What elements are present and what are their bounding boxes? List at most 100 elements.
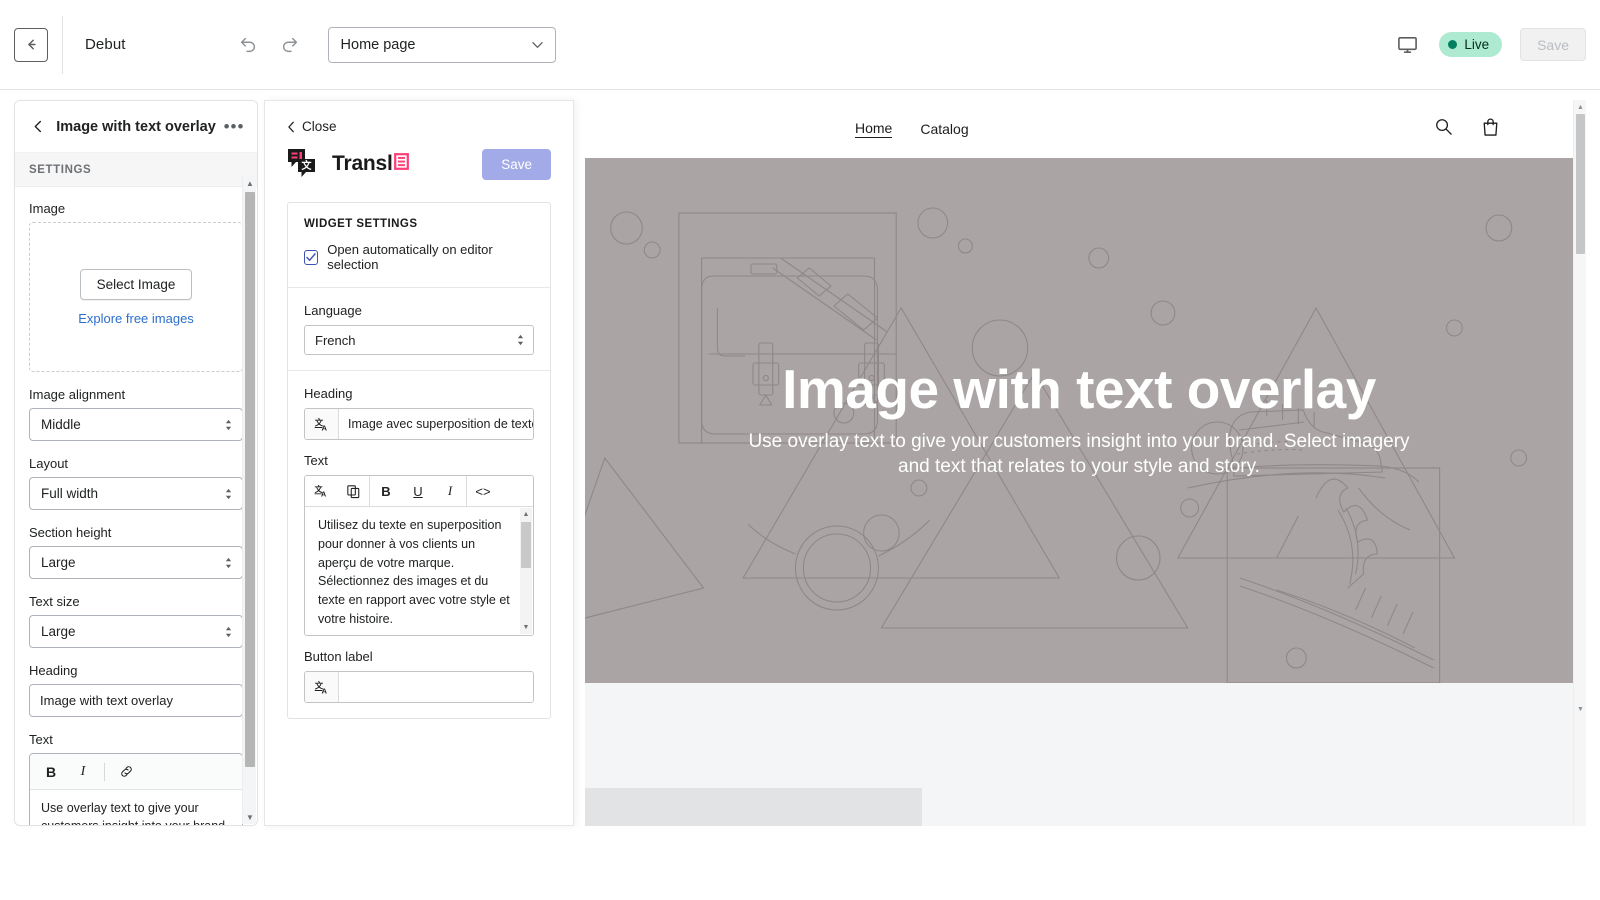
section-height-label: Section height [29, 525, 243, 540]
bold-button[interactable]: B [370, 484, 402, 499]
text-size-value: Large [41, 624, 76, 639]
placeholder-illustration [585, 158, 1573, 683]
redo-button[interactable] [276, 31, 304, 59]
italic-button[interactable]: I [434, 483, 466, 499]
editor-scrollbar[interactable]: ▲ ▼ [520, 508, 532, 634]
button-label-translate-button[interactable]: 文 A [305, 672, 339, 702]
editor-scrollbar-thumb[interactable] [521, 522, 531, 568]
section-more-button[interactable]: ••• [223, 122, 245, 132]
cart-button[interactable] [1481, 117, 1500, 142]
svg-text:文: 文 [302, 159, 313, 172]
scroll-up-arrow-icon[interactable]: ▲ [1574, 100, 1586, 114]
modal-editor-toolbar: 文 A B [305, 476, 533, 507]
scroll-up-arrow-icon[interactable]: ▲ [243, 176, 257, 190]
heading-translation-input[interactable]: Image avec superposition de texte [339, 409, 533, 439]
copy-button[interactable] [337, 484, 369, 499]
search-button[interactable] [1434, 117, 1453, 141]
editor-topbar: Debut Home page L [0, 0, 1600, 90]
updown-chevron-icon [224, 625, 233, 639]
hero-paragraph: Use overlay text to give your customers … [739, 429, 1419, 480]
toolbar-divider [104, 763, 105, 781]
heading-translate-button[interactable]: 文 A [305, 409, 339, 439]
widget-settings-section: WIDGET SETTINGS Open automatically on ed… [288, 203, 550, 287]
undo-button[interactable] [234, 31, 262, 59]
hero-section[interactable]: Image with text overlay Use overlay text… [585, 158, 1573, 683]
translate-button[interactable]: 文 A [305, 483, 337, 499]
section-settings-sidebar: Image with text overlay ••• SETTINGS Ima… [14, 100, 258, 826]
brand-name-text: Transl [332, 152, 393, 176]
settings-group-label: SETTINGS [15, 153, 257, 187]
theme-name: Debut [85, 36, 126, 53]
translate-icon: 文 A [313, 679, 330, 696]
page-selector[interactable]: Home page [328, 27, 556, 63]
brand-eight-icon [394, 153, 409, 170]
link-button[interactable] [111, 759, 141, 785]
updown-chevron-icon [516, 333, 525, 347]
topbar-actions: Live Save [1393, 28, 1600, 61]
nav-link-home[interactable]: Home [855, 120, 892, 138]
hero-heading: Image with text overlay [782, 361, 1376, 419]
text-size-select[interactable]: Large [29, 615, 243, 648]
topbar-divider [62, 16, 63, 74]
back-to-admin-button[interactable] [14, 28, 48, 62]
close-button[interactable]: Close [287, 119, 551, 134]
explore-free-images-link[interactable]: Explore free images [78, 311, 194, 326]
image-alignment-value: Middle [41, 417, 81, 432]
copy-icon [346, 484, 361, 499]
text-translation-content[interactable]: Utilisez du texte en superposition pour … [305, 507, 533, 635]
layout-select[interactable]: Full width [29, 477, 243, 510]
storefront-nav: Home Catalog [585, 100, 1586, 158]
status-label: Live [1464, 37, 1489, 52]
toolbar-group-code: <> [466, 476, 499, 506]
status-badge[interactable]: Live [1439, 32, 1502, 57]
brand: 文 Transl [287, 148, 409, 180]
heading-input[interactable]: Image with text overlay [29, 684, 243, 717]
button-label-input[interactable] [339, 672, 533, 702]
section-height-value: Large [41, 555, 76, 570]
desktop-icon [1397, 34, 1418, 55]
select-image-button[interactable]: Select Image [80, 269, 193, 300]
preview-scrollbar-thumb[interactable] [1576, 114, 1585, 254]
checkbox-icon[interactable] [304, 250, 318, 265]
modal-save-button[interactable]: Save [482, 149, 551, 180]
sidebar-back-button[interactable] [27, 120, 49, 133]
updown-chevron-icon [224, 418, 233, 432]
button-label-label: Button label [304, 649, 534, 664]
spacer [29, 717, 243, 732]
preview-scrollbar[interactable]: ▲ ▼ [1573, 100, 1586, 826]
storefront-preview: Home Catalog [585, 100, 1586, 826]
scroll-up-arrow-icon[interactable]: ▲ [520, 508, 532, 521]
section-height-select[interactable]: Large [29, 546, 243, 579]
italic-button[interactable]: I [68, 759, 98, 785]
image-picker[interactable]: Select Image Explore free images [29, 222, 243, 372]
svg-text:A: A [321, 490, 326, 499]
redo-icon [280, 35, 300, 55]
sidebar-scrollbar-thumb[interactable] [245, 192, 255, 767]
bold-button[interactable]: B [36, 759, 66, 785]
spacer [29, 372, 243, 387]
image-alignment-select[interactable]: Middle [29, 408, 243, 441]
scroll-down-arrow-icon[interactable]: ▼ [520, 621, 532, 634]
sidebar-scrollbar[interactable]: ▲ ▼ [242, 176, 256, 824]
language-label: Language [304, 303, 534, 318]
widget-settings-title: WIDGET SETTINGS [304, 218, 534, 230]
toolbar-group-format: B U I [369, 476, 466, 506]
save-button[interactable]: Save [1520, 28, 1586, 61]
auto-open-checkbox-row[interactable]: Open automatically on editor selection [304, 242, 534, 272]
widget-settings-card: WIDGET SETTINGS Open automatically on ed… [287, 202, 551, 719]
spacer [29, 510, 243, 525]
image-field-label: Image [29, 201, 243, 216]
transl8-widget-panel: Close 文 Transl [264, 100, 574, 826]
device-preview-button[interactable] [1393, 31, 1421, 59]
scroll-down-arrow-icon[interactable]: ▼ [1574, 702, 1586, 716]
auto-open-label: Open automatically on editor selection [327, 242, 534, 272]
nav-link-catalog[interactable]: Catalog [920, 121, 968, 137]
modal-text-label: Text [304, 453, 534, 468]
scroll-down-arrow-icon[interactable]: ▼ [243, 810, 257, 824]
text-editor-content[interactable]: Use overlay text to give your customers … [30, 790, 242, 825]
image-alignment-label: Image alignment [29, 387, 243, 402]
code-button[interactable]: <> [467, 484, 499, 499]
language-select[interactable]: French [304, 325, 534, 355]
underline-button[interactable]: U [402, 484, 434, 499]
back-arrow-icon [23, 36, 40, 53]
